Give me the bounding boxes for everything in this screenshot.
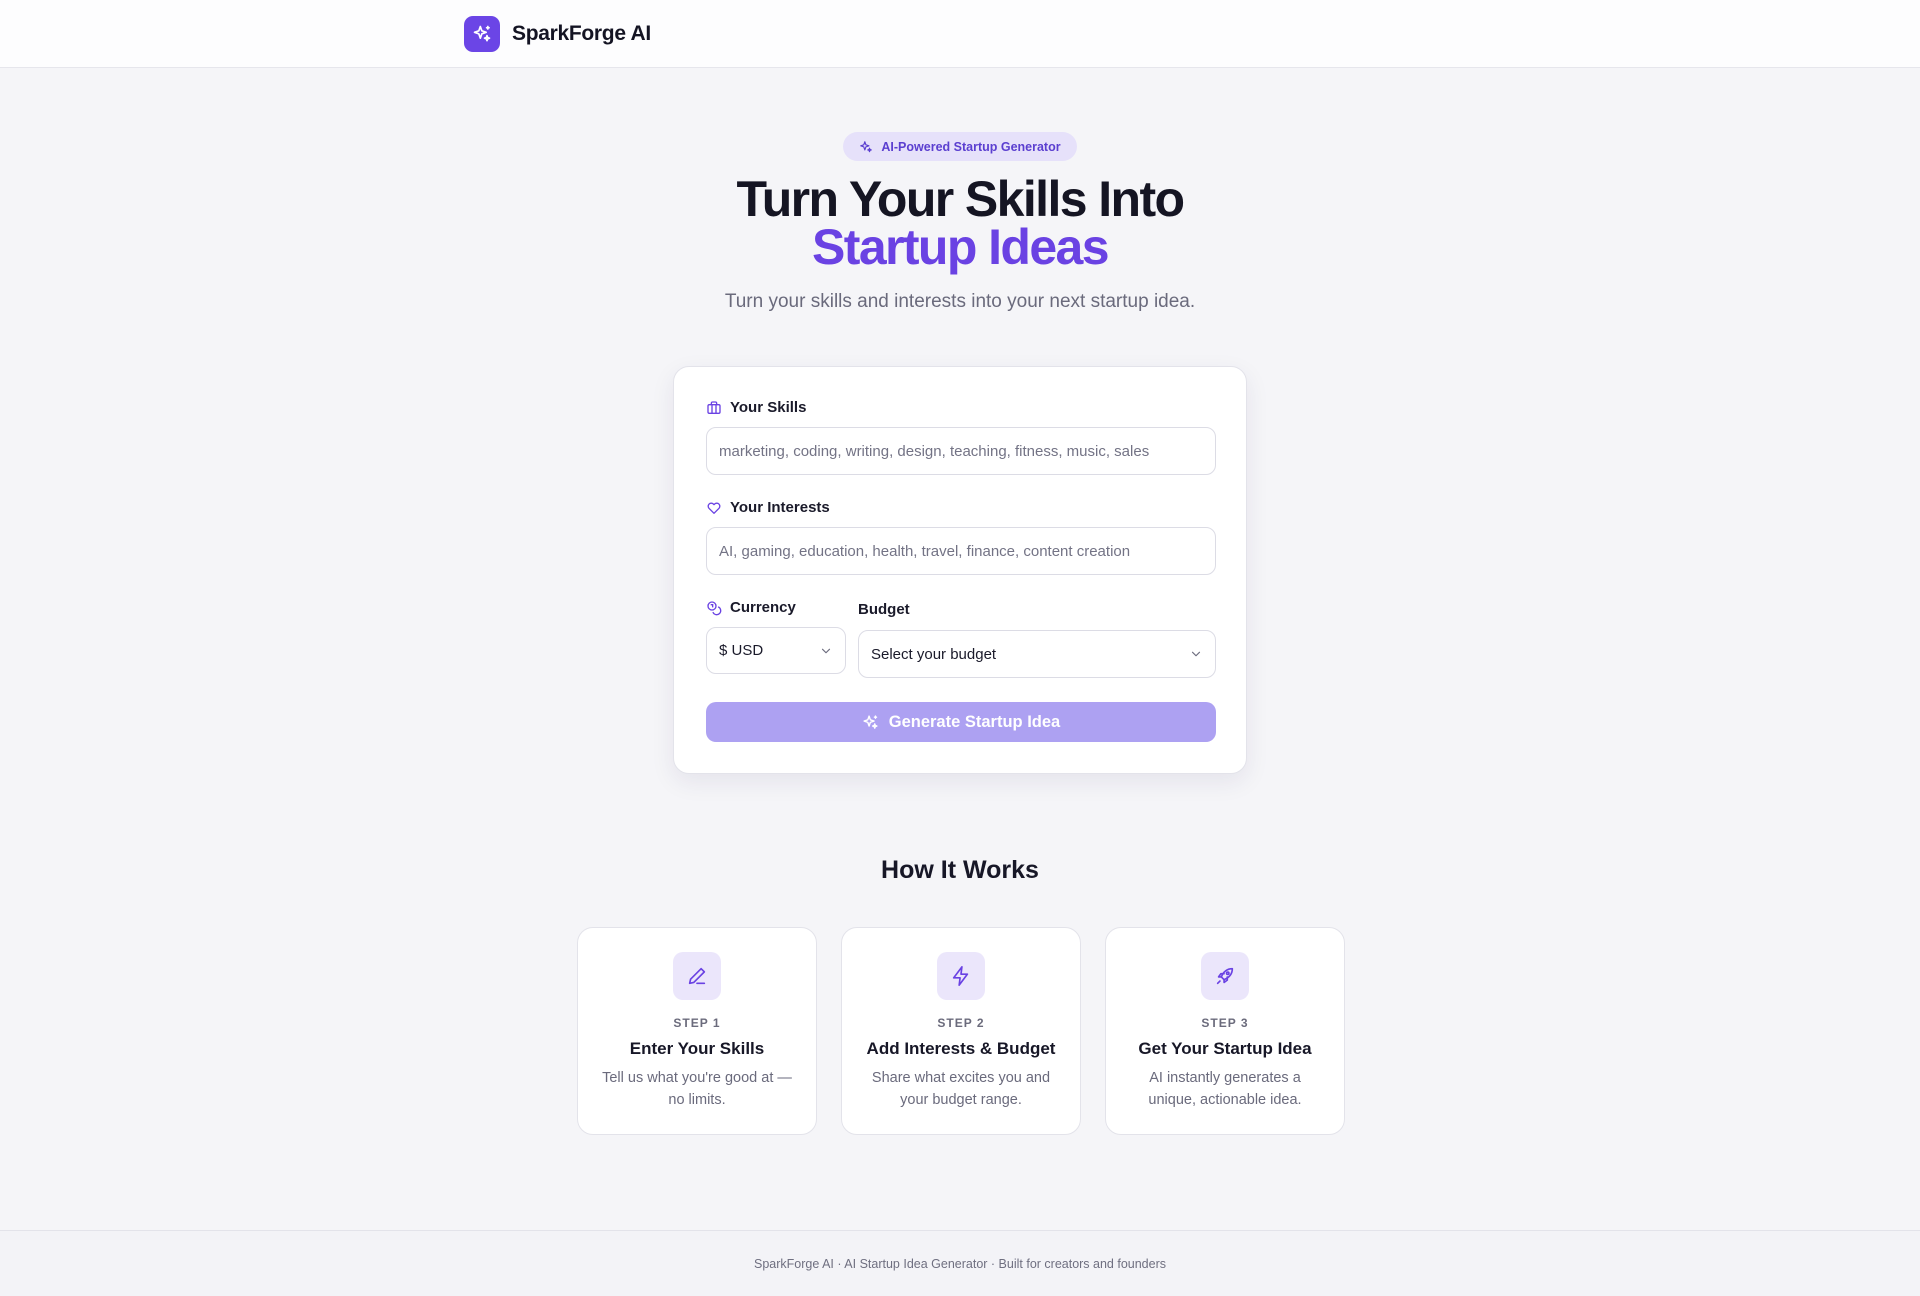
interests-label: Your Interests	[706, 499, 830, 516]
currency-select[interactable]: $ USD	[706, 627, 846, 674]
footer: SparkForge AI · AI Startup Idea Generato…	[0, 1230, 1920, 1296]
chevron-down-icon	[821, 648, 831, 653]
step-title: Add Interests & Budget	[866, 1039, 1056, 1058]
skills-label: Your Skills	[706, 399, 806, 416]
top-nav: SparkForge AI	[0, 0, 1920, 68]
step-card-1: STEP 1 Enter Your Skills Tell us what yo…	[577, 927, 817, 1135]
interests-input[interactable]	[707, 528, 1215, 574]
generate-button-label: Generate Startup Idea	[888, 712, 1061, 731]
coins-icon	[707, 600, 722, 615]
how-it-works-title: How It Works	[881, 856, 1039, 884]
briefcase-icon	[707, 400, 721, 414]
budget-select[interactable]: Select your budget	[858, 630, 1216, 678]
budget-selected-value: Select your budget	[871, 645, 997, 663]
badge-text: AI-Powered Startup Generator	[881, 139, 1061, 154]
step-number: STEP 2	[937, 1016, 985, 1030]
step-title: Get Your Startup Idea	[1138, 1039, 1312, 1058]
sparkles-icon	[464, 16, 500, 52]
rocket-icon	[1201, 952, 1249, 1000]
hero-title-line2: Startup Ideas	[812, 219, 1110, 275]
generate-startup-idea-button[interactable]: Generate Startup Idea	[706, 702, 1216, 742]
step-number: STEP 1	[673, 1016, 721, 1030]
currency-label: Currency	[706, 599, 796, 616]
brand-name: SparkForge AI	[512, 22, 651, 45]
idea-form-card: Your Skills Your Interests Currency $ US…	[673, 366, 1247, 774]
interests-input-wrapper	[706, 527, 1216, 575]
ai-badge: AI-Powered Startup Generator	[843, 132, 1077, 161]
step-title: Enter Your Skills	[629, 1039, 765, 1058]
sparkles-icon	[863, 714, 878, 729]
lightning-icon	[937, 952, 985, 1000]
budget-label: Budget	[858, 601, 910, 618]
hero-subtitle: Turn your skills and interests into your…	[724, 291, 1196, 312]
step-description: Share what excites you and your budget r…	[871, 1070, 1051, 1108]
brand[interactable]: SparkForge AI	[464, 16, 651, 52]
skills-input[interactable]	[707, 428, 1215, 474]
skills-input-wrapper	[706, 427, 1216, 475]
step-card-2: STEP 2 Add Interests & Budget Share what…	[841, 927, 1081, 1135]
hero-title-line1: Turn Your Skills Into	[736, 171, 1186, 227]
step-description: AI instantly generates a unique, actiona…	[1148, 1070, 1302, 1108]
footer-text: SparkForge AI · AI Startup Idea Generato…	[753, 1257, 1167, 1271]
hero-section: AI-Powered Startup Generator Turn Your S…	[0, 132, 1920, 313]
heart-icon	[707, 502, 721, 514]
chevron-down-icon	[1191, 651, 1201, 657]
step-description: Tell us what you're good at — no limits.	[602, 1070, 792, 1108]
sparkles-icon	[860, 140, 873, 152]
currency-selected-value: $ USD	[719, 642, 764, 659]
step-card-3: STEP 3 Get Your Startup Idea AI instantl…	[1105, 927, 1345, 1135]
pencil-icon	[673, 952, 721, 1000]
step-number: STEP 3	[1201, 1016, 1249, 1030]
